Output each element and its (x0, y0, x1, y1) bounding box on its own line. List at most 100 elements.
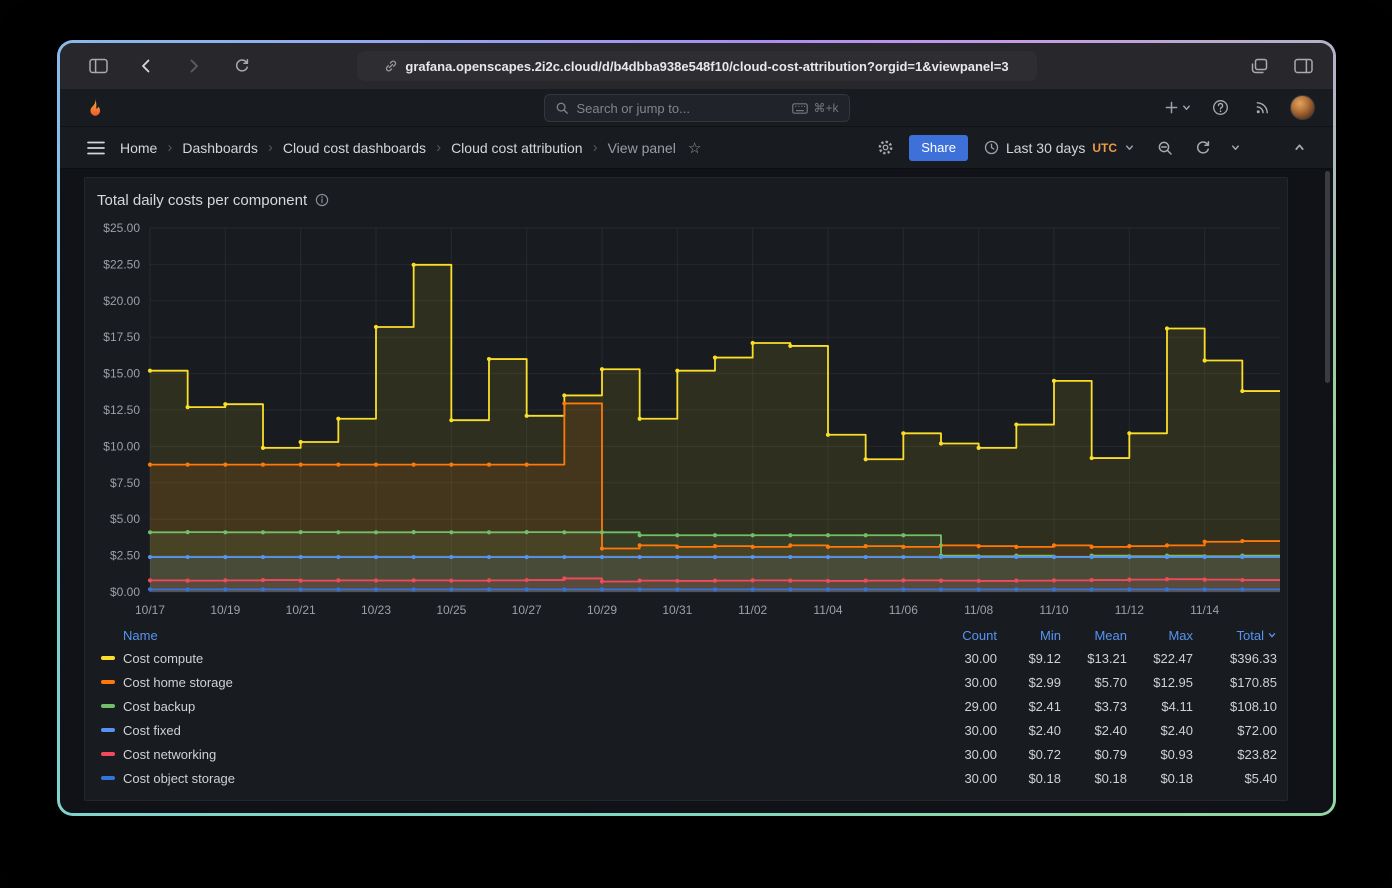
breadcrumb: Home › Dashboards › Cloud cost dashboard… (120, 139, 701, 157)
series-min: $2.41 (997, 699, 1061, 714)
dashboard-body: Total daily costs per component $0.00$2.… (60, 169, 1333, 813)
series-max: $12.95 (1127, 675, 1193, 690)
legend-header-count[interactable]: Count (923, 628, 997, 643)
breadcrumb-dashboard[interactable]: Cloud cost attribution (451, 140, 583, 156)
series-min: $2.40 (997, 723, 1061, 738)
svg-text:$2.50: $2.50 (110, 549, 140, 563)
svg-text:$7.50: $7.50 (110, 476, 140, 490)
series-total: $5.40 (1193, 771, 1277, 786)
dashboard-toolbar: Home › Dashboards › Cloud cost dashboard… (60, 127, 1333, 169)
series-count: 30.00 (923, 771, 997, 786)
chevron-down-icon (1230, 142, 1241, 153)
series-min: $0.18 (997, 771, 1061, 786)
legend-header-name[interactable]: Name (123, 628, 158, 643)
svg-text:10/23: 10/23 (361, 603, 391, 617)
link-icon (384, 59, 398, 73)
series-count: 30.00 (923, 723, 997, 738)
reload-icon[interactable] (228, 52, 256, 80)
legend-header-max[interactable]: Max (1127, 628, 1193, 643)
series-max: $4.11 (1127, 699, 1193, 714)
series-color-dash (101, 776, 115, 780)
series-min: $2.99 (997, 675, 1061, 690)
zoom-out-icon[interactable] (1151, 134, 1179, 162)
series-name[interactable]: Cost fixed (123, 723, 181, 738)
refresh-interval-dropdown[interactable] (1221, 134, 1249, 162)
toolbar-actions: Share Last 30 days UTC (871, 134, 1313, 162)
tab-overview-icon[interactable] (1245, 52, 1273, 80)
series-name[interactable]: Cost object storage (123, 771, 235, 786)
legend-header-mean[interactable]: Mean (1061, 628, 1127, 643)
svg-text:11/02: 11/02 (738, 603, 767, 617)
legend-row: Cost backup 29.00 $2.41 $3.73 $4.11 $108… (85, 694, 1287, 718)
series-mean: $0.79 (1061, 747, 1127, 762)
chevron-down-icon (1124, 142, 1135, 153)
series-max: $2.40 (1127, 723, 1193, 738)
legend-row: Cost fixed 30.00 $2.40 $2.40 $2.40 $72.0… (85, 718, 1287, 742)
legend-header-min[interactable]: Min (997, 628, 1061, 643)
legend-row: Cost compute 30.00 $9.12 $13.21 $22.47 $… (85, 646, 1287, 670)
back-icon[interactable] (132, 52, 160, 80)
series-name[interactable]: Cost networking (123, 747, 216, 762)
scrollbar[interactable] (1325, 171, 1330, 383)
help-icon[interactable] (1206, 94, 1234, 122)
series-color-dash (101, 680, 115, 684)
avatar[interactable] (1290, 95, 1315, 120)
mega-menu-icon[interactable] (82, 134, 110, 162)
series-max: $0.18 (1127, 771, 1193, 786)
series-mean: $3.73 (1061, 699, 1127, 714)
grafana-logo-icon[interactable] (84, 96, 108, 120)
star-icon[interactable]: ☆ (688, 139, 701, 157)
svg-text:11/14: 11/14 (1190, 603, 1219, 617)
series-min: $9.12 (997, 651, 1061, 666)
series-name[interactable]: Cost home storage (123, 675, 233, 690)
legend-header-total[interactable]: Total (1193, 628, 1277, 643)
legend-row: Cost object storage 30.00 $0.18 $0.18 $0… (85, 766, 1287, 790)
settings-gear-icon[interactable] (871, 134, 899, 162)
svg-text:10/29: 10/29 (587, 603, 617, 617)
keyboard-icon (792, 103, 808, 114)
breadcrumb-home[interactable]: Home (120, 140, 157, 156)
chevron-separator-icon: › (268, 139, 273, 156)
legend-row: Cost home storage 30.00 $2.99 $5.70 $12.… (85, 670, 1287, 694)
cost-chart[interactable]: $0.00$2.50$5.00$7.50$10.00$12.50$15.00$1… (86, 216, 1286, 620)
sidebar-toggle-icon[interactable] (84, 52, 112, 80)
series-total: $396.33 (1193, 651, 1277, 666)
cost-panel: Total daily costs per component $0.00$2.… (84, 177, 1288, 801)
topnav-right (1164, 94, 1315, 122)
series-count: 30.00 (923, 651, 997, 666)
address-bar[interactable]: grafana.openscapes.2i2c.cloud/d/b4dbba93… (357, 51, 1037, 81)
info-icon[interactable] (315, 193, 329, 207)
svg-text:11/10: 11/10 (1039, 603, 1068, 617)
refresh-icon[interactable] (1189, 134, 1217, 162)
breadcrumb-dashboards[interactable]: Dashboards (182, 140, 258, 156)
search-placeholder: Search or jump to... (577, 101, 785, 116)
sidebar-right-icon[interactable] (1289, 52, 1317, 80)
breadcrumb-view-panel: View panel (608, 140, 676, 156)
panel-header[interactable]: Total daily costs per component (85, 184, 1287, 216)
chevron-separator-icon: › (436, 139, 441, 156)
series-max: $0.93 (1127, 747, 1193, 762)
series-total: $72.00 (1193, 723, 1277, 738)
grafana-topnav: Search or jump to... ⌘+k (60, 89, 1333, 127)
breadcrumb-folder[interactable]: Cloud cost dashboards (283, 140, 426, 156)
new-menu-button[interactable] (1164, 100, 1192, 115)
svg-text:$17.50: $17.50 (103, 330, 140, 344)
svg-text:10/21: 10/21 (286, 603, 316, 617)
svg-text:$22.50: $22.50 (103, 257, 140, 271)
series-mean: $5.70 (1061, 675, 1127, 690)
collapse-controls-icon[interactable] (1285, 134, 1313, 162)
series-mean: $13.21 (1061, 651, 1127, 666)
time-range-picker[interactable]: Last 30 days UTC (978, 134, 1141, 162)
series-color-dash (101, 752, 115, 756)
series-name[interactable]: Cost compute (123, 651, 203, 666)
share-button[interactable]: Share (909, 135, 968, 161)
timezone-label: UTC (1092, 141, 1117, 155)
series-name[interactable]: Cost backup (123, 699, 195, 714)
svg-text:$5.00: $5.00 (110, 512, 140, 526)
news-broadcast-icon[interactable] (1248, 94, 1276, 122)
search-input[interactable]: Search or jump to... ⌘+k (544, 94, 850, 122)
plus-icon (1164, 100, 1179, 115)
forward-icon[interactable] (180, 52, 208, 80)
series-max: $22.47 (1127, 651, 1193, 666)
series-mean: $2.40 (1061, 723, 1127, 738)
